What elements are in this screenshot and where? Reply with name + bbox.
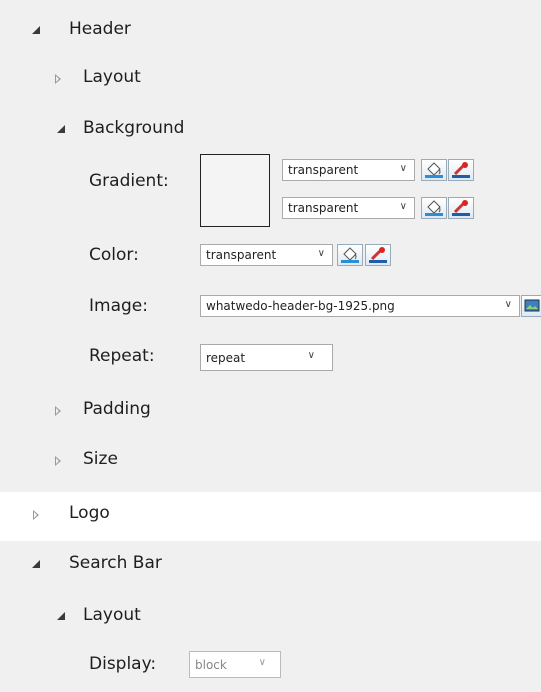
tree-node-label: Header [69, 19, 131, 39]
expanded-triangle-icon[interactable] [32, 560, 40, 568]
eyedropper-icon [369, 247, 387, 263]
collapsed-triangle-icon[interactable] [33, 510, 39, 520]
tree-node-label: Logo [69, 503, 110, 523]
tree-node-label: Background [83, 118, 185, 138]
tree-node-search-bar[interactable]: Search Bar [0, 548, 541, 582]
eyedropper-button[interactable] [365, 244, 391, 266]
tree-node-layout[interactable]: Layout [0, 62, 541, 96]
select-value: whatwedo-header-bg-1925.png [206, 299, 395, 313]
paint-bucket-button[interactable] [337, 244, 363, 266]
tree-node-label: Size [83, 449, 118, 469]
image-label: Image: [89, 296, 148, 316]
eyedropper-icon [452, 200, 470, 216]
collapsed-triangle-icon[interactable] [55, 406, 61, 416]
chevron-down-icon: ∨ [317, 248, 325, 259]
paint-bucket-button[interactable] [421, 197, 447, 219]
tree-node-padding[interactable]: Padding [0, 394, 541, 428]
expanded-triangle-icon[interactable] [32, 26, 40, 34]
select-value: transparent [206, 248, 277, 262]
chevron-down-icon: ∨ [399, 201, 407, 212]
color-select[interactable]: transparent ∨ [200, 244, 333, 266]
tree-node-label: Search Bar [69, 553, 162, 573]
chevron-down-icon: ∨ [399, 163, 407, 174]
display-select[interactable]: block ∨ [189, 651, 281, 678]
collapsed-triangle-icon[interactable] [55, 74, 61, 84]
tree-node-header[interactable]: Header [0, 14, 541, 48]
select-value: transparent [288, 201, 359, 215]
gradient-label: Gradient: [89, 171, 169, 191]
chevron-down-icon: ∨ [504, 299, 512, 310]
expanded-triangle-icon[interactable] [57, 125, 65, 133]
collapsed-triangle-icon[interactable] [55, 456, 61, 466]
gradient-preview-swatch[interactable] [200, 154, 270, 227]
property-panel: Header Layout Background Gradient: trans… [0, 0, 541, 692]
paint-bucket-button[interactable] [421, 159, 447, 181]
chevron-down-icon: ∨ [258, 657, 266, 668]
select-value: transparent [288, 163, 359, 177]
paint-bucket-icon [341, 247, 359, 263]
tree-node-layout[interactable]: Layout [0, 600, 541, 634]
eyedropper-button[interactable] [448, 197, 474, 219]
tree-node-label: Padding [83, 399, 151, 419]
image-select[interactable]: whatwedo-header-bg-1925.png ∨ [200, 295, 520, 317]
tree-node-size[interactable]: Size [0, 444, 541, 478]
paint-bucket-icon [425, 200, 443, 216]
repeat-label: Repeat: [89, 346, 155, 366]
select-value: block [195, 657, 227, 672]
tree-node-label: Layout [83, 605, 141, 625]
eyedropper-button[interactable] [448, 159, 474, 181]
tree-node-logo[interactable]: Logo [0, 498, 541, 532]
select-value: repeat [206, 350, 246, 365]
image-icon [524, 299, 540, 312]
chevron-down-icon: ∨ [307, 350, 315, 361]
gradient-stop2-select[interactable]: transparent ∨ [282, 197, 415, 219]
image-browse-button[interactable] [521, 295, 541, 317]
expanded-triangle-icon[interactable] [57, 612, 65, 620]
eyedropper-icon [452, 162, 470, 178]
paint-bucket-icon [425, 162, 443, 178]
gradient-stop1-select[interactable]: transparent ∨ [282, 159, 415, 181]
color-label: Color: [89, 245, 139, 265]
tree-node-background[interactable]: Background [0, 113, 541, 147]
tree-node-label: Layout [83, 67, 141, 87]
display-label: Display: [89, 654, 157, 674]
repeat-select[interactable]: repeat ∨ [200, 344, 333, 371]
